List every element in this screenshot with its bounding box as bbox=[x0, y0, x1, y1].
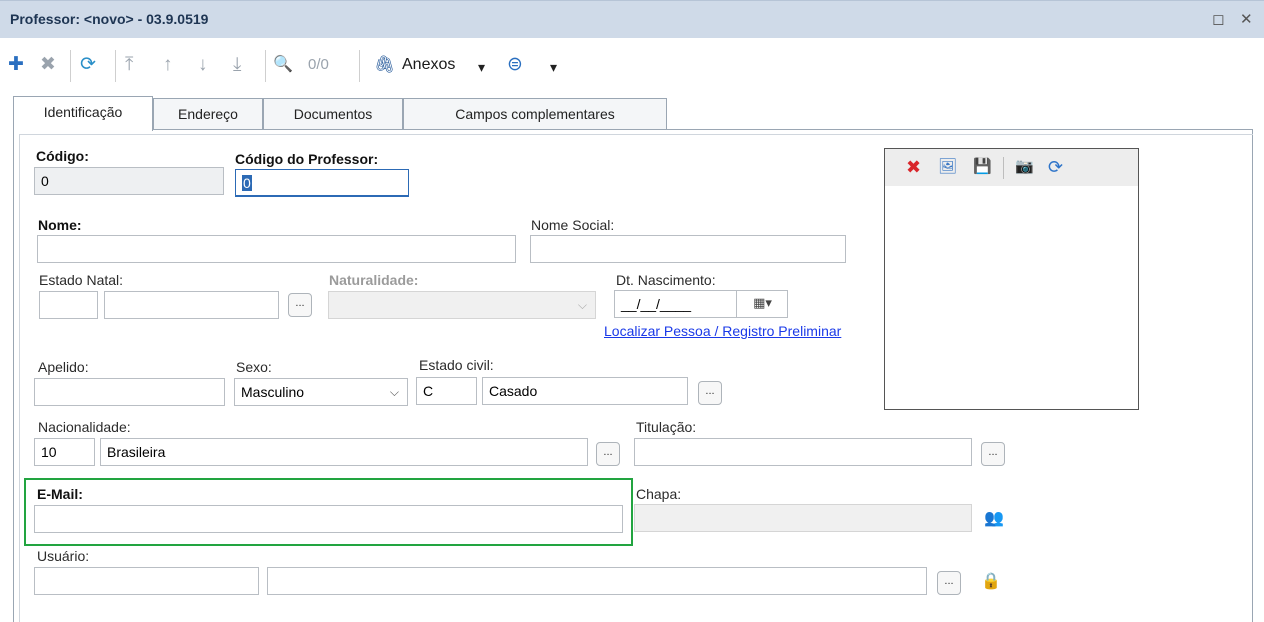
nome-social-field[interactable] bbox=[530, 235, 846, 263]
first-record-icon[interactable]: ⤒ bbox=[125, 54, 133, 76]
email-field[interactable] bbox=[34, 505, 623, 533]
usuario-code-field[interactable] bbox=[34, 567, 259, 595]
chapa-field bbox=[634, 504, 972, 532]
apelido-label: Apelido: bbox=[38, 359, 89, 375]
photo-panel: ✖ 🖼 💾 📷 ⟳ bbox=[884, 148, 1139, 410]
calendar-icon[interactable]: ▦▾ bbox=[736, 290, 788, 318]
nome-field[interactable] bbox=[37, 235, 516, 263]
titulacao-label: Titulação: bbox=[636, 419, 697, 435]
tab-documentos[interactable]: Documentos bbox=[263, 98, 403, 130]
toolbar-separator bbox=[265, 50, 266, 82]
maximize-icon[interactable]: ◻ bbox=[1212, 10, 1224, 28]
codigo-field[interactable]: 0 bbox=[34, 167, 224, 195]
close-icon[interactable]: ✕ bbox=[1240, 10, 1253, 28]
localizar-pessoa-link[interactable]: Localizar Pessoa / Registro Preliminar bbox=[604, 323, 841, 339]
nacionalidade-label: Nacionalidade: bbox=[38, 419, 131, 435]
image-icon[interactable]: 🖼 bbox=[938, 157, 957, 175]
toolbar: ✚ ✖ ⟳ ⤒ ↑ ↓ ⤓ 🔍 0/0 🖇 Anexos ▾ ⊜ ▾ bbox=[0, 38, 1264, 94]
dt-nascimento-label: Dt. Nascimento: bbox=[616, 272, 716, 288]
nacionalidade-code-field[interactable]: 10 bbox=[34, 438, 95, 466]
dt-nascimento-value: __/__/____ bbox=[621, 296, 692, 312]
codigo-professor-label: Código do Professor: bbox=[235, 151, 379, 167]
record-counter: 0/0 bbox=[308, 56, 329, 73]
titulacao-field[interactable] bbox=[634, 438, 972, 466]
sexo-select[interactable]: Masculino ⌵ bbox=[234, 378, 408, 406]
chevron-down-icon: ⌵ bbox=[389, 385, 399, 399]
toolbar-separator bbox=[359, 50, 360, 82]
tab-identificacao[interactable]: Identificação bbox=[13, 96, 153, 131]
naturalidade-select: ⌵ bbox=[328, 291, 596, 319]
estado-natal-label: Estado Natal: bbox=[39, 272, 124, 288]
attachments-button[interactable]: Anexos bbox=[402, 56, 455, 74]
nome-social-label: Nome Social: bbox=[531, 217, 615, 233]
camera-icon[interactable]: 📷 bbox=[1015, 157, 1034, 175]
chapa-label: Chapa: bbox=[636, 486, 682, 502]
tab-campos-complementares[interactable]: Campos complementares bbox=[403, 98, 667, 130]
search-icon[interactable]: 🔍 bbox=[273, 54, 293, 76]
estado-natal-lookup-button[interactable]: ... bbox=[288, 293, 312, 317]
window-titlebar: Professor: <novo> - 03.9.0519 ◻ ✕ bbox=[0, 0, 1264, 38]
estado-natal-code-field[interactable] bbox=[39, 291, 98, 319]
previous-record-icon[interactable]: ↑ bbox=[163, 54, 173, 76]
add-icon[interactable]: ✚ bbox=[8, 54, 24, 76]
window-title: Professor: <novo> - 03.9.0519 bbox=[10, 11, 209, 27]
usuario-label: Usuário: bbox=[37, 548, 90, 564]
estado-civil-label: Estado civil: bbox=[419, 357, 494, 373]
tab-bar: Identificação Endereço Documentos Campos… bbox=[0, 94, 1264, 131]
attachments-dropdown-icon[interactable]: ▾ bbox=[478, 56, 485, 78]
lock-icon[interactable]: 🔒 bbox=[978, 571, 1004, 595]
save-photo-icon[interactable]: 💾 bbox=[973, 157, 992, 175]
people-icon[interactable]: 👥 bbox=[981, 508, 1007, 532]
codigo-professor-field[interactable]: 0 bbox=[235, 169, 409, 197]
estado-civil-name-field[interactable]: Casado bbox=[482, 377, 688, 405]
estado-civil-lookup-button[interactable]: ... bbox=[698, 381, 722, 405]
nacionalidade-lookup-button[interactable]: ... bbox=[596, 442, 620, 466]
chevron-down-icon: ⌵ bbox=[577, 298, 587, 312]
estado-natal-name-field[interactable] bbox=[104, 291, 279, 319]
email-label: E-Mail: bbox=[37, 486, 83, 502]
remove-photo-icon[interactable]: ✖ bbox=[906, 157, 921, 178]
codigo-professor-value: 0 bbox=[242, 175, 252, 191]
photo-toolbar: ✖ 🖼 💾 📷 ⟳ bbox=[885, 149, 1138, 186]
estado-civil-code-field[interactable]: C bbox=[416, 377, 477, 405]
sexo-value: Masculino bbox=[241, 384, 305, 400]
delete-icon[interactable]: ✖ bbox=[40, 54, 56, 76]
last-record-icon[interactable]: ⤓ bbox=[233, 54, 241, 76]
usuario-name-field[interactable] bbox=[267, 567, 927, 595]
usuario-lookup-button[interactable]: ... bbox=[937, 571, 961, 595]
refresh-icon[interactable]: ⟳ bbox=[80, 54, 96, 76]
attachment-icon[interactable]: 🖇 bbox=[374, 54, 396, 76]
nacionalidade-name-field[interactable]: Brasileira bbox=[100, 438, 588, 466]
next-record-icon[interactable]: ↓ bbox=[198, 54, 208, 76]
apelido-field[interactable] bbox=[34, 378, 225, 406]
toolbar-separator bbox=[115, 50, 116, 82]
rotate-icon[interactable]: ⟳ bbox=[1048, 157, 1063, 178]
nome-label: Nome: bbox=[38, 217, 82, 233]
toolbar-separator bbox=[70, 50, 71, 82]
titulacao-lookup-button[interactable]: ... bbox=[981, 442, 1005, 466]
more-actions-dropdown-icon[interactable]: ▾ bbox=[550, 56, 557, 78]
naturalidade-label: Naturalidade: bbox=[329, 272, 419, 288]
codigo-label: Código: bbox=[36, 148, 89, 164]
photo-toolbar-separator bbox=[1003, 157, 1004, 179]
tab-endereco[interactable]: Endereço bbox=[153, 98, 263, 130]
more-actions-icon[interactable]: ⊜ bbox=[507, 54, 523, 76]
sexo-label: Sexo: bbox=[236, 359, 272, 375]
